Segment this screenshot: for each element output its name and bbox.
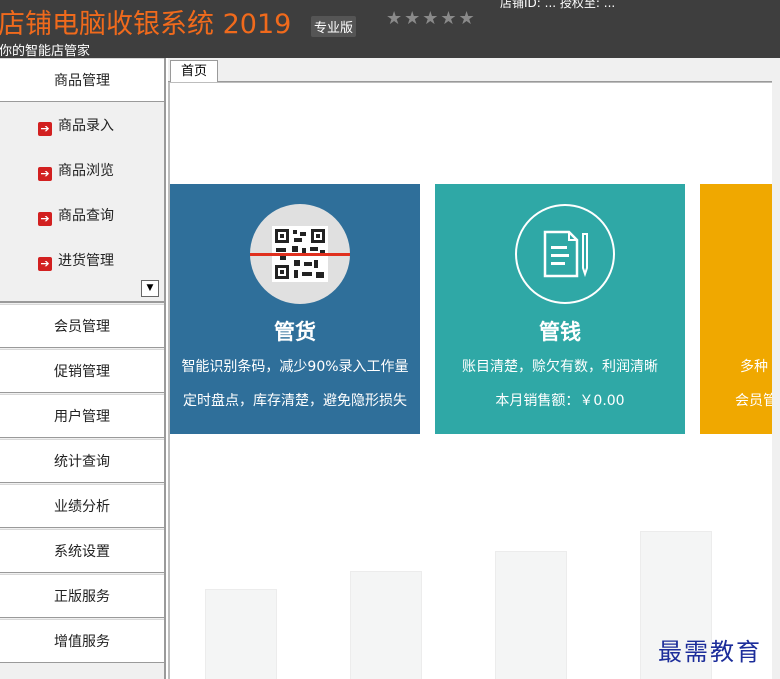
window-right-edge <box>772 58 780 679</box>
sidebar-item-settings[interactable]: 系统设置 <box>0 529 164 573</box>
submenu-label: 商品录入 <box>58 118 114 134</box>
app-title: 店铺电脑收银系统 2019 <box>0 9 292 40</box>
sidebar-item-promotion-management[interactable]: 促销管理 <box>0 349 164 393</box>
card-money-title: 管钱 <box>539 320 581 344</box>
app-tagline: 你的智能店管家 <box>0 44 91 58</box>
card-goods[interactable]: 管货 智能识别条码，减少90%录入工作量 定时盘点，库存清楚，避免隐形损失 <box>170 184 420 434</box>
submenu-item-goods-query[interactable]: ➔ 商品查询 <box>38 205 114 227</box>
arrow-right-icon: ➔ <box>38 212 52 226</box>
card-member-desc-1: 多种 <box>740 359 768 375</box>
background-bar-decoration <box>495 551 567 679</box>
edition-badge: 专业版 <box>311 16 357 37</box>
home-content: 管货 智能识别条码，减少90%录入工作量 定时盘点，库存清楚，避免隐形损失 管钱… <box>168 82 772 679</box>
sidebar-item-member-management[interactable]: 会员管理 <box>0 304 164 348</box>
rating-stars: ★★★★★ <box>386 8 477 29</box>
arrow-right-icon: ➔ <box>38 257 52 271</box>
sidebar-item-goods-management[interactable]: 商品管理 <box>0 58 164 102</box>
card-goods-desc-1: 智能识别条码，减少90%录入工作量 <box>181 359 409 375</box>
sidebar: 商品管理 ➔ 商品录入 ➔ 商品浏览 ➔ 商品查询 ➔ 进货管理 ▼ 会员管理 促销管理… <box>0 58 166 679</box>
sidebar-item-statistics[interactable]: 统计查询 <box>0 439 164 483</box>
sidebar-item-user-management[interactable]: 用户管理 <box>0 394 164 438</box>
tab-bar: 首页 <box>168 58 772 83</box>
card-member-desc-2: 会员管 <box>735 393 772 409</box>
license-info: 店铺ID: ... 授权至: ... <box>500 0 616 10</box>
sidebar-item-performance[interactable]: 业绩分析 <box>0 484 164 528</box>
chevron-down-icon[interactable]: ▼ <box>141 280 159 297</box>
submenu-label: 商品查询 <box>58 208 114 224</box>
qr-code-icon <box>250 204 350 304</box>
sidebar-item-genuine-service[interactable]: 正版服务 <box>0 574 164 618</box>
document-pen-icon <box>515 204 615 304</box>
app-header: 店铺电脑收银系统 2019 专业版 ★★★★★ 你的智能店管家 店铺ID: ..… <box>0 0 780 58</box>
submenu-item-goods-entry[interactable]: ➔ 商品录入 <box>38 115 114 137</box>
card-money-desc-1: 账目清楚，赊欠有数，利润清晰 <box>462 359 658 375</box>
arrow-right-icon: ➔ <box>38 122 52 136</box>
submenu-item-purchase[interactable]: ➔ 进货管理 <box>38 250 114 272</box>
background-bar-decoration <box>205 589 277 679</box>
card-money[interactable]: 管钱 账目清楚，赊欠有数，利润清晰 本月销售额：￥0.00 <box>435 184 685 434</box>
sidebar-item-value-added[interactable]: 增值服务 <box>0 619 164 663</box>
card-goods-title: 管货 <box>274 320 316 344</box>
tab-home[interactable]: 首页 <box>170 60 218 83</box>
watermark-text: 最需教育 <box>658 638 762 666</box>
background-bar-decoration <box>350 571 422 679</box>
submenu-label: 商品浏览 <box>58 163 114 179</box>
goods-submenu: ➔ 商品录入 ➔ 商品浏览 ➔ 商品查询 ➔ 进货管理 ▼ <box>0 103 164 303</box>
card-goods-desc-2: 定时盘点，库存清楚，避免隐形损失 <box>183 393 407 409</box>
card-member[interactable]: 多种 会员管 <box>700 184 772 434</box>
submenu-item-goods-browse[interactable]: ➔ 商品浏览 <box>38 160 114 182</box>
card-money-sales: 本月销售额：￥0.00 <box>495 393 625 409</box>
arrow-right-icon: ➔ <box>38 167 52 181</box>
submenu-label: 进货管理 <box>58 253 114 269</box>
